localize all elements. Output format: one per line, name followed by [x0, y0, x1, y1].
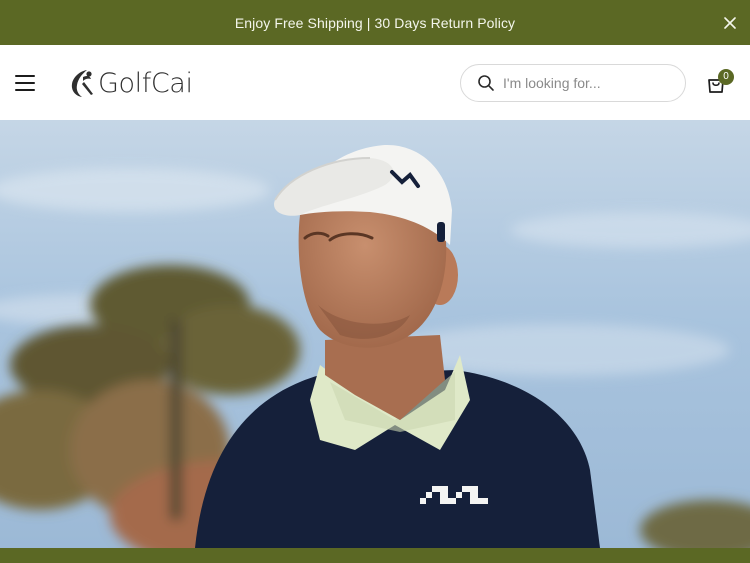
- cart-button[interactable]: 0: [705, 69, 735, 99]
- hero-banner[interactable]: [0, 120, 750, 548]
- section-divider-band: [0, 548, 750, 563]
- close-icon: [724, 17, 736, 29]
- logo-text: GolfCai: [98, 67, 193, 99]
- announcement-bar: Enjoy Free Shipping | 30 Days Return Pol…: [0, 0, 750, 45]
- search-icon: [478, 75, 494, 91]
- hero-image: [0, 120, 750, 548]
- golfer-logo-icon: [71, 70, 93, 97]
- cart-count-badge: 0: [718, 69, 734, 85]
- hamburger-menu-icon: [15, 75, 35, 77]
- search-bar[interactable]: [460, 64, 686, 102]
- announcement-text: Enjoy Free Shipping | 30 Days Return Pol…: [234, 14, 516, 31]
- site-header: GolfCai 0: [0, 45, 750, 120]
- search-input[interactable]: [503, 75, 663, 91]
- announcement-close-button[interactable]: [718, 11, 742, 35]
- site-logo[interactable]: GolfCai: [67, 66, 193, 100]
- menu-button[interactable]: [12, 70, 38, 96]
